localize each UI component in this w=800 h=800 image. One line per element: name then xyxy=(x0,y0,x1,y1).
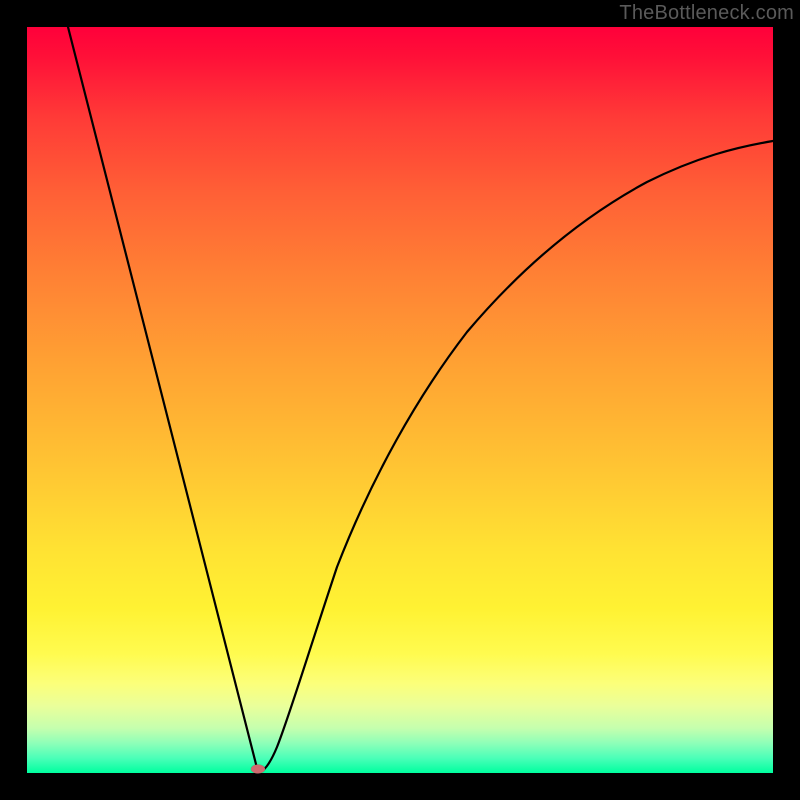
plot-area xyxy=(27,27,773,773)
optimum-marker xyxy=(251,765,265,774)
bottleneck-curve xyxy=(27,27,773,773)
chart-frame: TheBottleneck.com xyxy=(0,0,800,800)
curve-path xyxy=(68,27,773,772)
watermark-text: TheBottleneck.com xyxy=(619,2,794,25)
